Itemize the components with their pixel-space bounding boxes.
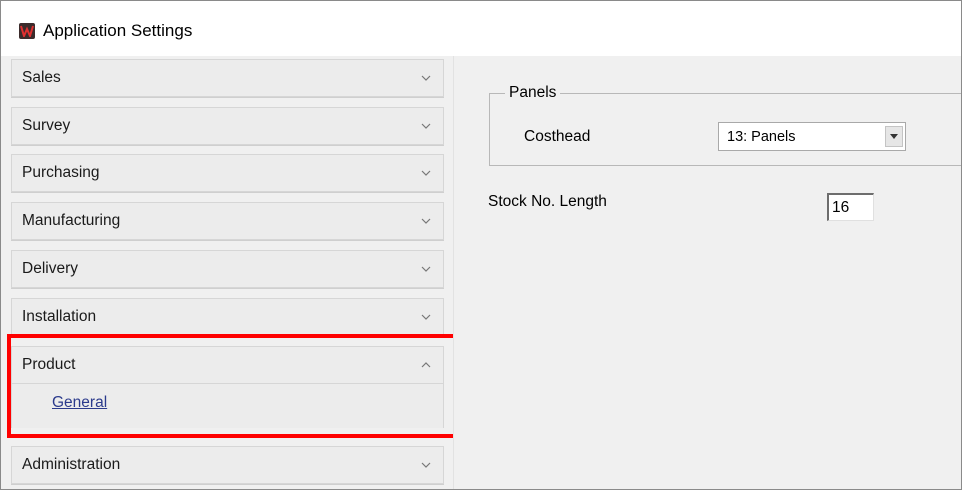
w-logo-icon [19,23,35,39]
title-bar: Application Settings [1,1,961,56]
section-label: Installation [22,308,97,325]
section-label: Survey [22,117,71,134]
section-header-purchasing[interactable]: Purchasing [11,154,444,192]
section-label: Administration [22,456,121,473]
chevron-down-icon [421,75,431,81]
chevron-down-icon [421,218,431,224]
section-label: Manufacturing [22,212,121,229]
costhead-select-value: 13: Panels [727,129,796,145]
chevron-down-icon [421,314,431,320]
section-label: Purchasing [22,164,100,181]
section-label: Sales [22,69,61,86]
section-header-delivery[interactable]: Delivery [11,250,444,288]
settings-sidebar: Sales Survey Purchasing Manufacturing De… [1,56,453,489]
costhead-select[interactable]: 13: Panels [718,122,906,151]
window-title: Application Settings [43,21,193,40]
section-header-sales[interactable]: Sales [11,59,444,97]
product-general-link[interactable]: General [52,394,107,412]
settings-content-panel: Panels Costhead 13: Panels Stock No. Len… [461,56,961,489]
dropdown-arrow-icon[interactable] [885,126,903,147]
chevron-down-icon [421,266,431,272]
chevron-down-icon [421,462,431,468]
stock-no-length-input[interactable]: 16 [827,193,874,221]
panels-groupbox-title: Panels [505,84,561,102]
section-body-product: General [11,384,444,428]
chevron-down-icon [421,123,431,129]
chevron-up-icon [421,362,431,368]
stock-no-length-label: Stock No. Length [488,193,607,210]
section-header-administration[interactable]: Administration [11,446,444,484]
chevron-down-icon [421,170,431,176]
section-label: Product [22,356,76,373]
costhead-label: Costhead [524,128,591,145]
section-header-survey[interactable]: Survey [11,107,444,145]
section-header-installation[interactable]: Installation [11,298,444,336]
section-label: Delivery [22,260,78,277]
section-header-manufacturing[interactable]: Manufacturing [11,202,444,240]
section-header-product[interactable]: Product [11,346,444,384]
application-settings-window: Application Settings Sales Survey Purcha… [0,0,962,490]
